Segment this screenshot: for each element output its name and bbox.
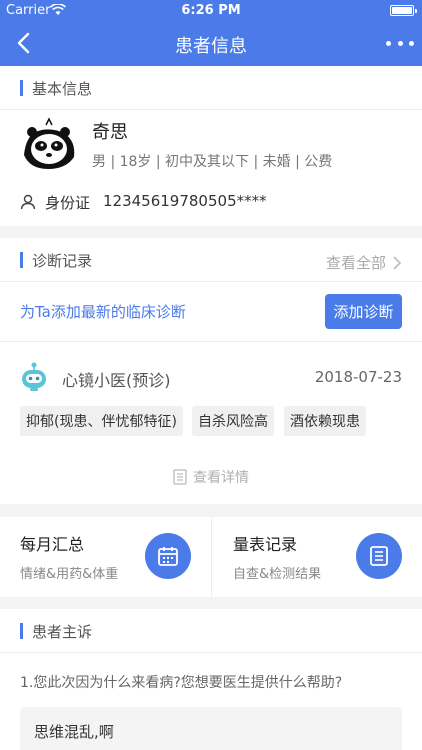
complaint-answer: 思维混乱,啊 <box>34 723 114 741</box>
section-accent-bar <box>20 252 23 268</box>
diagnosis-date: 2018-07-23 <box>314 368 402 386</box>
calendar-icon <box>145 533 191 579</box>
id-card-label: 身份证 <box>45 194 91 212</box>
basic-info-header: 基本信息 <box>0 66 422 110</box>
tile-divider <box>211 517 212 597</box>
complaint-answer-box: 思维混乱,啊 <box>20 707 402 750</box>
view-details-label: 查看详情 <box>193 470 249 486</box>
complaint-header: 患者主诉 <box>0 609 422 653</box>
tile-subtitle: 情绪&用药&体重 <box>20 567 119 582</box>
tile-title: 量表记录 <box>233 535 298 554</box>
section-title: 诊断记录 <box>32 252 93 270</box>
complaint-question: 1.您此次因为什么来看病?您想要医生提供什么帮助? <box>20 675 343 691</box>
robot-doctor-icon <box>22 362 46 391</box>
tile-title: 每月汇总 <box>20 535 85 554</box>
section-accent-bar <box>20 623 23 639</box>
add-diagnosis-button[interactable]: 添加诊断 <box>325 294 402 329</box>
divider <box>0 341 422 342</box>
diagnosis-tag: 抑郁(现患、伴忧郁特征) <box>20 406 183 436</box>
id-card-number: 12345619780505**** <box>103 192 267 210</box>
status-bar: Carrier 6:26 PM <box>0 0 422 22</box>
view-details-link[interactable]: 查看详情 <box>0 467 422 487</box>
section-accent-bar <box>20 80 23 96</box>
section-title: 基本信息 <box>32 80 93 98</box>
battery-icon <box>390 5 417 16</box>
chevron-right-icon <box>393 255 402 270</box>
nav-bar: 患者信息 <box>0 22 422 66</box>
patient-name: 奇思 <box>92 122 128 143</box>
diagnosis-tag: 自杀风险高 <box>192 406 274 436</box>
tile-subtitle: 自查&检测结果 <box>233 567 322 582</box>
document-icon <box>173 469 187 485</box>
diagnosis-header: 诊断记录 查看全部 <box>0 238 422 282</box>
add-diagnosis-prompt: 为Ta添加最新的临床诊断 <box>20 303 186 321</box>
view-all-link[interactable]: 查看全部 <box>326 252 402 273</box>
section-title: 患者主诉 <box>32 623 93 641</box>
diagnosis-doctor: 心镜小医(预诊) <box>62 371 171 390</box>
clock: 6:26 PM <box>181 3 241 18</box>
person-icon <box>20 194 36 210</box>
diagnosis-tag: 酒依赖现患 <box>284 406 366 436</box>
page-title: 患者信息 <box>175 36 247 57</box>
patient-demographics: 男 | 18岁 | 初中及其以下 | 未婚 | 公费 <box>92 154 333 170</box>
more-options-icon[interactable] <box>386 30 414 56</box>
document-list-icon <box>356 533 402 579</box>
app-header: Carrier 6:26 PM 患者信息 <box>0 0 422 66</box>
view-all-label: 查看全部 <box>325 254 386 272</box>
patient-avatar <box>20 115 78 173</box>
